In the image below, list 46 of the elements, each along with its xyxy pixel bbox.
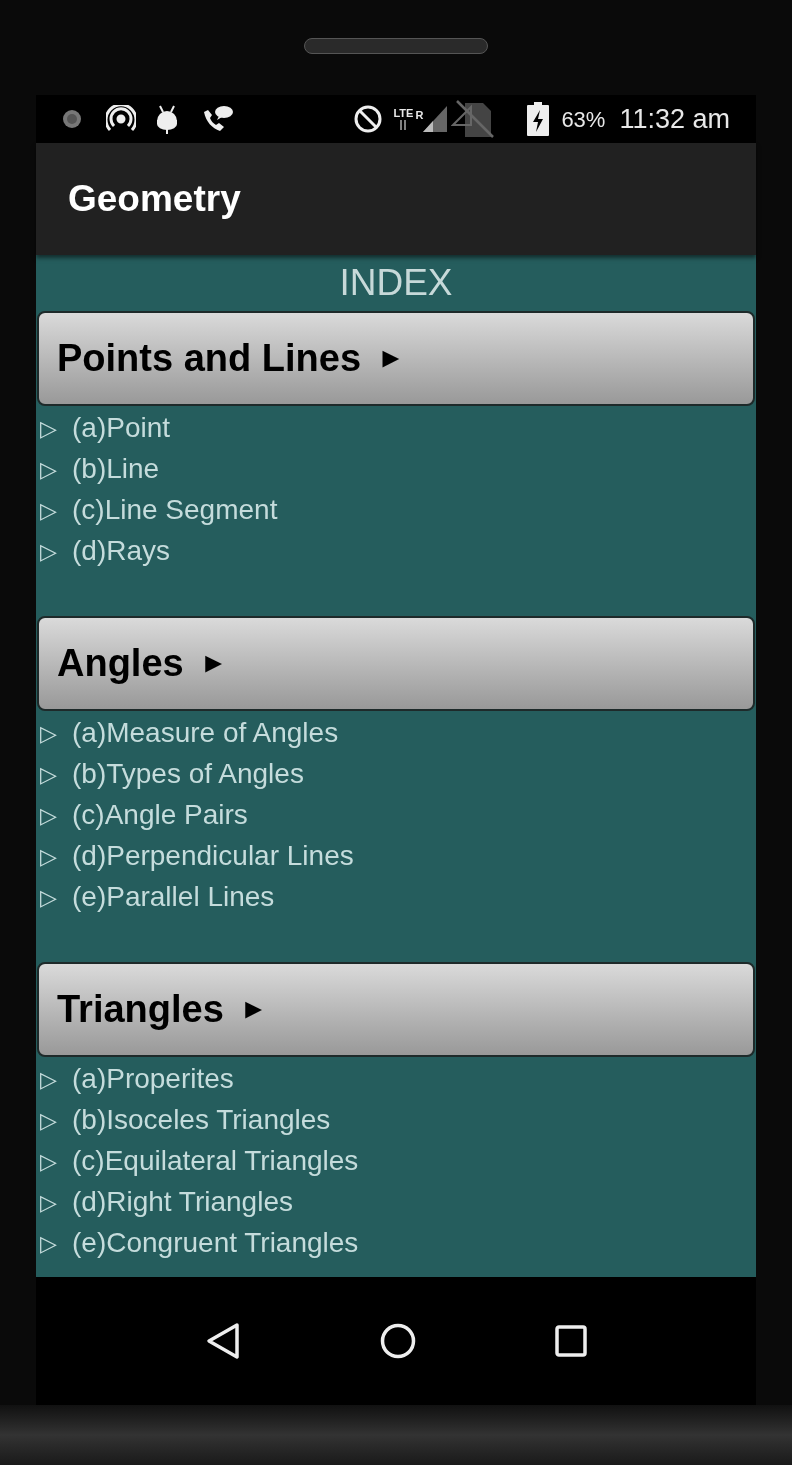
topic-link[interactable]: (b)Isoceles Triangles (72, 1099, 331, 1141)
roaming-indicator: R (415, 108, 424, 123)
topic-link[interactable]: (d)Perpendicular Lines (72, 835, 354, 877)
bullet-icon: ▷ (40, 798, 72, 832)
bullet-icon: ▷ (40, 493, 72, 527)
bullet-icon: ▷ (40, 839, 72, 873)
bullet-icon: ▷ (40, 1185, 72, 1219)
topic-link[interactable]: (a)Measure of Angles (72, 712, 339, 754)
android-icon (154, 103, 180, 135)
topic-link[interactable]: (c)Line Segment (72, 489, 278, 531)
section-header[interactable]: Angles ► (37, 615, 755, 711)
bullet-icon: ▷ (40, 1226, 72, 1260)
topic-link[interactable]: (b)Line (72, 448, 160, 490)
section-header[interactable]: Triangles ► (37, 961, 755, 1057)
clock: 11:32 am (619, 102, 730, 136)
topic-link[interactable]: (b)Types of Angles (72, 753, 304, 795)
topic-link[interactable]: (e)Parallel Lines (72, 876, 275, 918)
bullet-icon: ▷ (40, 880, 72, 914)
index-heading: INDEX (339, 261, 453, 305)
bullet-icon: ▷ (40, 716, 72, 750)
topic-link[interactable]: (a)Properites (72, 1058, 234, 1100)
bullet-icon: ▷ (40, 411, 72, 445)
do-not-disturb-icon (353, 104, 384, 134)
topic-link[interactable]: (d)Rays (72, 530, 170, 572)
home-icon[interactable] (380, 1323, 416, 1359)
topic-link[interactable]: (d)Right Triangles (72, 1181, 293, 1223)
bullet-icon: ▷ (40, 757, 72, 791)
topic-link[interactable]: (e)Congruent Triangles (72, 1222, 359, 1264)
back-icon[interactable] (205, 1322, 242, 1360)
signal-icon (423, 106, 448, 132)
topic-link[interactable]: (c)Equilateral Triangles (72, 1140, 359, 1182)
network-type: LTE (393, 107, 414, 119)
bullet-icon: ▷ (40, 1144, 72, 1178)
topic-link[interactable]: (a)Point (72, 407, 171, 449)
app-title: Geometry (68, 177, 241, 222)
section-header[interactable]: Points and Lines ► (37, 310, 755, 406)
recents-icon[interactable] (554, 1325, 587, 1357)
bullet-icon: ▷ (40, 1103, 72, 1137)
bullet-icon: ▷ (40, 1062, 72, 1096)
hotspot-icon (106, 105, 136, 133)
topic-link[interactable]: (c)Angle Pairs (72, 794, 248, 836)
circle-icon (62, 109, 82, 129)
battery-percentage: 63% (561, 105, 606, 134)
battery-charging-icon (527, 102, 550, 136)
bullet-icon: ▷ (40, 534, 72, 568)
bullet-icon: ▷ (40, 452, 72, 486)
